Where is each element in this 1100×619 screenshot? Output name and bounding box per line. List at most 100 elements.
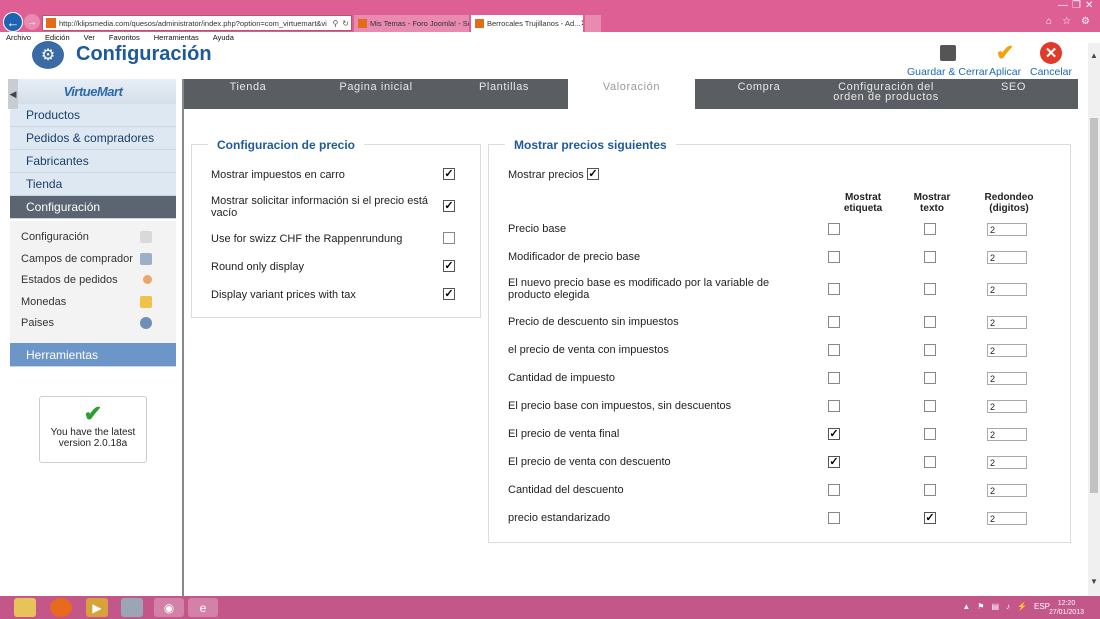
show-text-checkbox[interactable] — [924, 283, 936, 295]
tab-pagina-inicial[interactable]: Pagina inicial — [312, 79, 440, 109]
home-icon[interactable]: ⌂ — [1046, 16, 1052, 27]
rounding-digits-input[interactable] — [987, 223, 1027, 236]
price-row-label: El nuevo precio base es modificado por l… — [508, 277, 770, 301]
tab-compra[interactable]: Compra — [695, 79, 823, 109]
apply-button[interactable]: ✔ Aplicar — [989, 42, 1021, 79]
show-text-checkbox[interactable] — [924, 456, 936, 468]
computer-icon[interactable] — [121, 598, 143, 617]
rounding-digits-input[interactable] — [987, 456, 1027, 469]
price-config-checkbox[interactable]: ✓ — [443, 168, 455, 180]
browser-tab-1[interactable]: Mis Temas - Foro Joomla! - Ser... — [354, 15, 469, 32]
media-player-icon[interactable]: ▶ — [86, 598, 108, 617]
sidebar-item-fabricantes[interactable]: Fabricantes — [10, 150, 176, 173]
sidebar-item-pedidos[interactable]: Pedidos & compradores — [10, 127, 176, 150]
cancel-button[interactable]: ✕ Cancelar — [1030, 42, 1072, 78]
menu-ver[interactable]: Ver — [84, 33, 95, 42]
page-scrollbar[interactable]: ▲ ▼ — [1088, 43, 1100, 596]
refresh-icon[interactable]: ↻ — [340, 19, 351, 28]
sidebar-item-configuracion[interactable]: Configuración — [10, 196, 176, 219]
show-label-checkbox[interactable] — [828, 372, 840, 384]
tray-arrow-icon[interactable]: ▲ — [962, 602, 970, 611]
rounding-digits-input[interactable] — [987, 316, 1027, 329]
tab-tienda[interactable]: Tienda — [184, 79, 312, 109]
price-config-checkbox[interactable]: ✓ — [443, 200, 455, 212]
price-config-checkbox[interactable] — [443, 232, 455, 244]
show-text-checkbox[interactable] — [924, 223, 936, 235]
show-text-checkbox[interactable] — [924, 251, 936, 263]
show-text-checkbox[interactable] — [924, 484, 936, 496]
network-icon[interactable]: ▤ — [991, 602, 999, 611]
address-bar[interactable]: http://klipsmedia.com/quesos/administrat… — [42, 15, 352, 31]
menu-archivo[interactable]: Archivo — [6, 33, 31, 42]
search-icon[interactable]: ⚲ — [330, 19, 340, 28]
favorites-star-icon[interactable]: ☆ — [1062, 16, 1071, 27]
language-indicator[interactable]: ESP — [1034, 602, 1050, 611]
scroll-thumb[interactable] — [1090, 118, 1098, 493]
rounding-digits-input[interactable] — [987, 484, 1027, 497]
tab-orden-productos[interactable]: Configuración del orden de productos — [823, 79, 949, 109]
restore-icon[interactable]: ❐ — [1072, 0, 1081, 11]
sidebar-sub-monedas[interactable]: Monedas — [10, 291, 176, 312]
show-label-checkbox[interactable] — [828, 484, 840, 496]
sidebar-collapse-arrow-icon[interactable]: ◀ — [8, 79, 18, 109]
sidebar-item-herramientas[interactable]: Herramientas — [10, 343, 176, 367]
menu-favoritos[interactable]: Favoritos — [109, 33, 140, 42]
browser-tab-2[interactable]: Berrocales Trujillanos - Ad... ✕ — [471, 15, 583, 32]
rounding-digits-input[interactable] — [987, 512, 1027, 525]
sidebar-item-productos[interactable]: Productos — [10, 104, 176, 127]
show-label-checkbox[interactable] — [828, 400, 840, 412]
rounding-digits-input[interactable] — [987, 400, 1027, 413]
sidebar-item-tienda[interactable]: Tienda — [10, 173, 176, 196]
tab-seo[interactable]: SEO — [949, 79, 1078, 109]
sidebar-sub-configuracion[interactable]: Configuración — [10, 226, 176, 247]
taskbar-clock[interactable]: 12:20 27/01/2013 — [1049, 599, 1084, 617]
show-prices-panel: Mostrar precios siguientes Mostrar preci… — [488, 138, 1071, 543]
forward-arrow-icon[interactable]: → — [24, 14, 40, 30]
flag-icon[interactable]: ⚑ — [977, 602, 984, 611]
firefox-icon[interactable] — [50, 598, 72, 617]
settings-gear-icon[interactable]: ⚙ — [1081, 16, 1090, 27]
show-label-checkbox[interactable]: ✓ — [828, 456, 840, 468]
show-label-checkbox[interactable]: ✓ — [828, 428, 840, 440]
menu-herramientas[interactable]: Herramientas — [154, 33, 199, 42]
show-text-checkbox[interactable] — [924, 400, 936, 412]
scroll-down-icon[interactable]: ▼ — [1088, 577, 1100, 586]
show-label-checkbox[interactable] — [828, 316, 840, 328]
sidebar-sub-paises[interactable]: Paises — [10, 312, 176, 333]
show-label-checkbox[interactable] — [828, 251, 840, 263]
menu-ayuda[interactable]: Ayuda — [213, 33, 234, 42]
price-config-checkbox[interactable]: ✓ — [443, 288, 455, 300]
rounding-digits-input[interactable] — [987, 251, 1027, 264]
media-center-icon[interactable]: ◉ — [154, 598, 184, 617]
new-tab-button[interactable] — [585, 15, 601, 32]
show-text-checkbox[interactable]: ✓ — [924, 512, 936, 524]
internet-explorer-icon[interactable]: e — [188, 598, 218, 617]
show-prices-checkbox[interactable]: ✓ — [587, 168, 599, 180]
show-label-checkbox[interactable] — [828, 223, 840, 235]
rounding-digits-input[interactable] — [987, 283, 1027, 296]
back-arrow-icon[interactable]: ← — [3, 12, 23, 32]
volume-icon[interactable]: ♪ — [1006, 602, 1010, 611]
show-text-checkbox[interactable] — [924, 344, 936, 356]
file-explorer-icon[interactable] — [14, 598, 36, 617]
scroll-up-icon[interactable]: ▲ — [1088, 51, 1100, 60]
sidebar-sub-estados[interactable]: Estados de pedidos — [10, 269, 176, 290]
rounding-digits-input[interactable] — [987, 344, 1027, 357]
show-text-checkbox[interactable] — [924, 372, 936, 384]
show-label-checkbox[interactable] — [828, 344, 840, 356]
show-text-checkbox[interactable] — [924, 428, 936, 440]
show-label-checkbox[interactable] — [828, 283, 840, 295]
show-text-checkbox[interactable] — [924, 316, 936, 328]
close-tab-icon[interactable]: ✕ — [580, 18, 583, 29]
sidebar-sub-campos[interactable]: Campos de comprador — [10, 248, 176, 269]
rounding-digits-input[interactable] — [987, 428, 1027, 441]
tab-valoracion[interactable]: Valoración — [568, 79, 695, 109]
show-label-checkbox[interactable] — [828, 512, 840, 524]
minimize-icon[interactable]: — — [1058, 0, 1068, 11]
power-icon[interactable]: ⚡ — [1017, 602, 1027, 611]
save-close-button[interactable]: Guardar & Cerrar — [907, 43, 988, 78]
rounding-digits-input[interactable] — [987, 372, 1027, 385]
tab-plantillas[interactable]: Plantillas — [440, 79, 568, 109]
price-config-checkbox[interactable]: ✓ — [443, 260, 455, 272]
close-window-icon[interactable]: ✕ — [1085, 0, 1093, 11]
